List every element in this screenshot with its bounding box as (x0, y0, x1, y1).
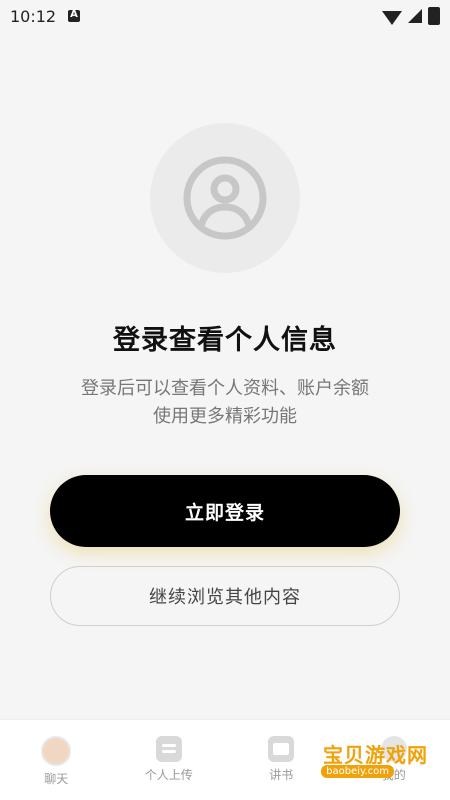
continue-browsing-button[interactable]: 继续浏览其他内容 (50, 566, 400, 626)
subtitle-line-2: 使用更多精彩功能 (153, 406, 297, 427)
page-title: 登录查看个人信息 (113, 325, 337, 356)
status-time: 10:12 (10, 6, 57, 26)
nav-label-chat: 聊天 (44, 772, 69, 786)
nav-item-upload[interactable]: 个人上传 (113, 720, 226, 800)
watermark-sub: baobeiy.com (321, 765, 394, 778)
nav-label-upload: 个人上传 (144, 768, 193, 782)
book-icon (268, 736, 295, 762)
login-button-label: 立即登录 (184, 501, 265, 524)
chat-avatar-icon (41, 736, 72, 766)
continue-browsing-label: 继续浏览其他内容 (149, 587, 301, 608)
avatar-placeholder (150, 123, 300, 273)
upload-doc-icon (155, 736, 182, 762)
login-button[interactable]: 立即登录 (50, 475, 400, 547)
status-left: 10:12 (10, 6, 81, 26)
nav-item-chat[interactable]: 聊天 (0, 720, 113, 800)
status-right (382, 7, 440, 25)
nav-item-book[interactable]: 讲书 (225, 720, 338, 800)
subtitle-line-1: 登录后可以查看个人资料、账户余额 (81, 378, 369, 399)
watermark-logo: 宝贝游戏网 (323, 743, 428, 767)
user-avatar-icon (183, 156, 267, 240)
wifi-icon (382, 11, 402, 25)
a-icon (68, 9, 81, 22)
status-bar: 10:12 (0, 0, 450, 32)
battery-icon (428, 7, 440, 25)
signal-icon (408, 9, 422, 23)
nav-label-book: 讲书 (269, 768, 294, 782)
